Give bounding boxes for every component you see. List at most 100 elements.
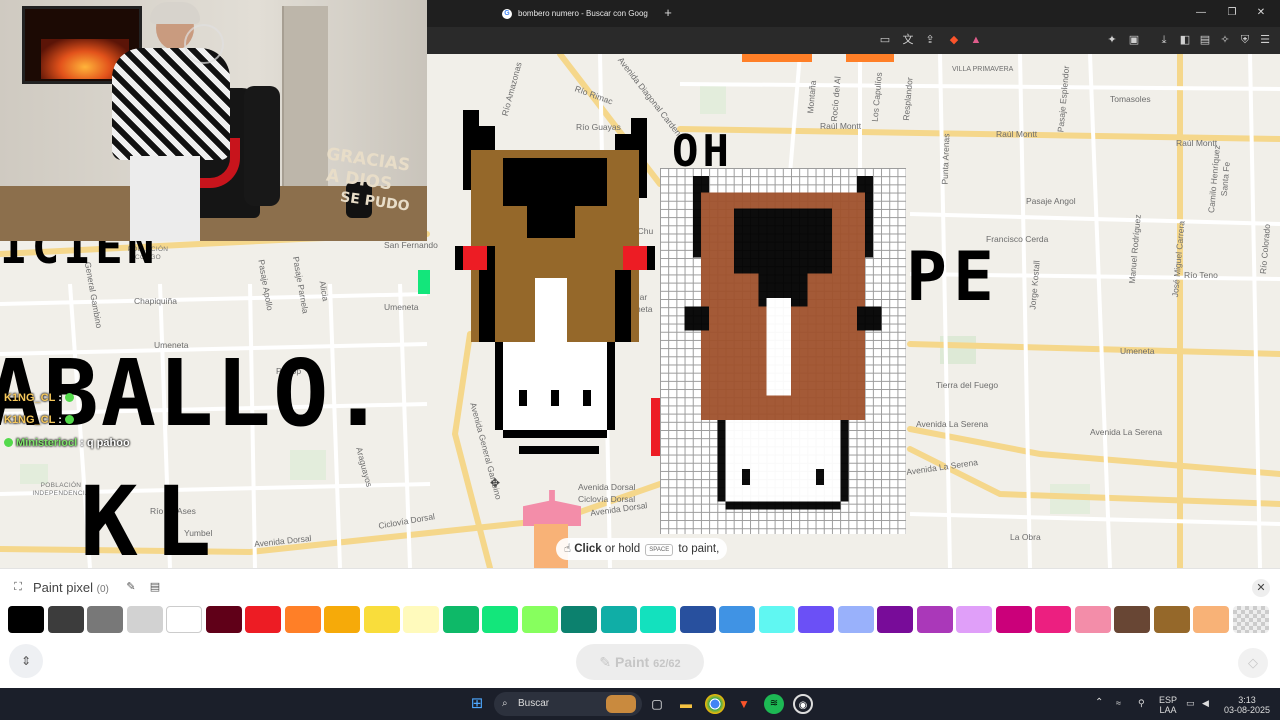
color-swatch[interactable] — [758, 606, 795, 633]
color-swatch[interactable] — [1074, 606, 1111, 633]
taskbar-search[interactable]: ⌕ Buscar — [494, 692, 642, 716]
cast-icon[interactable]: ▭ — [878, 33, 892, 47]
street-label: Chapiquiña — [134, 296, 178, 306]
tray-display-icon[interactable]: ▭ — [1186, 698, 1195, 708]
pencil-icon[interactable]: ✎ — [124, 580, 138, 594]
color-swatch[interactable] — [1035, 606, 1071, 633]
extensions-icon[interactable]: ✦ — [1105, 33, 1119, 47]
street-label: VILLA PRIMAVERA — [952, 66, 1014, 73]
street-label: Avenida La Serena — [1090, 427, 1163, 437]
tray-mic-icon[interactable]: ⚲ — [1138, 698, 1145, 708]
space-key-badge: SPACE — [645, 544, 674, 556]
tray-chevron-icon[interactable]: ⌃ — [1095, 698, 1103, 708]
color-swatch[interactable] — [363, 606, 400, 633]
expand-panel-button[interactable]: ⇕ — [9, 644, 43, 678]
brave-icon[interactable]: ▼ — [734, 694, 754, 714]
color-swatch[interactable] — [205, 606, 242, 633]
spotify-icon[interactable]: ≋ — [764, 694, 784, 714]
paint-hint: ☝ Click or hold SPACE to paint, — [556, 538, 728, 560]
color-swatch[interactable] — [877, 606, 913, 633]
eraser-button[interactable]: ◇ — [1238, 648, 1268, 678]
color-swatch[interactable] — [245, 606, 281, 633]
gaming-chair-2 — [244, 86, 280, 206]
tray-volume-icon[interactable]: ◀ — [1202, 698, 1209, 708]
template-icon[interactable]: ▤ — [148, 580, 162, 594]
search-icon: ⌕ — [502, 698, 508, 709]
color-swatch[interactable] — [837, 606, 874, 633]
close-panel-button[interactable]: ✕ — [1252, 579, 1270, 597]
menu-icon[interactable]: ☰ — [1258, 33, 1272, 47]
fullscreen-icon[interactable]: ⛶ — [11, 580, 25, 594]
close-window-button[interactable]: ✕ — [1253, 5, 1269, 21]
street-label: Avenida Dorsal — [578, 482, 636, 492]
color-swatch[interactable] — [482, 606, 518, 633]
color-swatch[interactable] — [87, 606, 123, 633]
streamer-pants — [130, 156, 200, 241]
street-label: Umeneta — [1120, 346, 1155, 356]
chat-username: K1NG_CL — [4, 414, 56, 426]
color-swatch[interactable] — [1114, 606, 1150, 633]
color-swatch[interactable] — [956, 606, 992, 633]
street-label: San Fernando — [384, 240, 438, 250]
wallet-icon[interactable]: ▤ — [1198, 33, 1212, 47]
color-swatch[interactable] — [798, 606, 834, 633]
emote-icon — [64, 415, 74, 424]
color-swatch[interactable] — [1232, 606, 1269, 633]
chat-username: Ministeriocl — [16, 437, 78, 449]
chat-message: K1NG_CL : — [4, 392, 77, 404]
street-label: Punta Arenas — [939, 133, 952, 185]
vpn-icon[interactable]: ⛨ — [1238, 33, 1252, 47]
maximize-button[interactable]: ❐ — [1224, 5, 1240, 21]
color-swatch[interactable] — [561, 606, 597, 633]
color-swatch[interactable] — [995, 606, 1032, 633]
chat-username: K1NG_CL — [4, 392, 56, 404]
obs-icon[interactable]: ◉ — [793, 694, 813, 714]
color-swatch[interactable] — [166, 606, 202, 633]
rewards-icon[interactable]: ▲ — [969, 33, 983, 47]
minimize-button[interactable]: — — [1193, 5, 1209, 21]
door — [282, 6, 328, 186]
file-explorer-icon[interactable]: ▬ — [676, 694, 696, 714]
color-swatch[interactable] — [521, 606, 558, 633]
color-swatch[interactable] — [324, 606, 360, 633]
panel-title: Paint pixel (0) — [33, 580, 109, 595]
street-label: Ciclovía Dorsal — [578, 494, 636, 504]
pixel-blob-green — [418, 270, 430, 294]
color-swatch[interactable] — [442, 606, 479, 633]
chrome-icon[interactable] — [705, 694, 725, 714]
translate-icon[interactable]: 文 — [901, 33, 915, 47]
sidebar-icon[interactable]: ◧ — [1178, 33, 1192, 47]
tab-google-search[interactable]: G bombero numero - Buscar con Goog — [490, 3, 658, 25]
tray-network-icon[interactable]: ≈ — [1116, 698, 1121, 708]
color-swatch[interactable] — [1193, 606, 1229, 633]
brave-shield-icon[interactable]: ◆ — [947, 33, 961, 47]
color-swatch[interactable] — [47, 606, 84, 633]
chat-message: K1NG_CL : — [4, 414, 77, 426]
language-indicator[interactable]: ESP LAA — [1156, 695, 1180, 715]
color-swatch[interactable] — [679, 606, 716, 633]
tab-title: bombero numero - Buscar con Goog — [518, 9, 648, 18]
color-swatch[interactable] — [284, 606, 321, 633]
street-label: Umeneta — [384, 302, 419, 312]
color-swatch[interactable] — [403, 606, 439, 633]
color-swatch[interactable] — [8, 606, 44, 633]
paint-panel: ⛶ Paint pixel (0) ✎ ▤ ✕ ⇕ ✎ Paint 62/62 … — [0, 568, 1280, 688]
color-swatch[interactable] — [640, 606, 676, 633]
color-swatch[interactable] — [600, 606, 637, 633]
task-view-icon[interactable]: ▢ — [647, 694, 667, 714]
streamer-sweater — [112, 48, 230, 160]
color-swatch[interactable] — [916, 606, 953, 633]
new-tab-button[interactable]: + — [661, 4, 675, 22]
color-swatch[interactable] — [126, 606, 163, 633]
street-label: Río Teno — [1184, 270, 1218, 280]
color-swatch[interactable] — [719, 606, 755, 633]
webcam-overlay: GRACIAS A DIOS SE PUDO — [0, 0, 427, 241]
paint-button[interactable]: ✎ Paint 62/62 — [576, 644, 704, 680]
leo-icon[interactable]: ✧ — [1218, 33, 1232, 47]
color-swatch[interactable] — [1153, 606, 1190, 633]
screenshot-icon[interactable]: ▣ — [1127, 33, 1141, 47]
start-icon[interactable]: ⊞ — [467, 694, 487, 714]
clock[interactable]: 3:13 03-08-2025 — [1222, 695, 1272, 715]
share-icon[interactable]: ⇪ — [923, 33, 937, 47]
download-icon[interactable]: ⤓ — [1157, 33, 1171, 47]
